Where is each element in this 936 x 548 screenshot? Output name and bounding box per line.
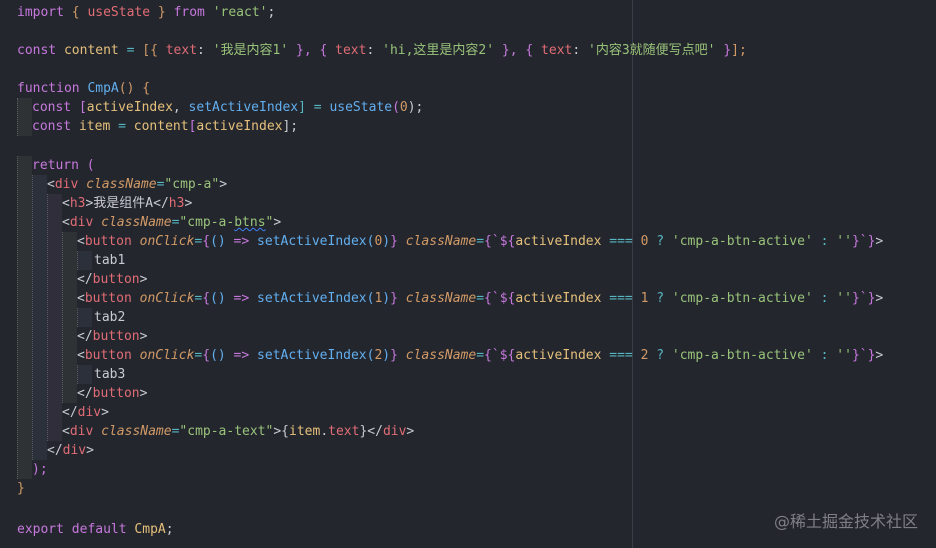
code-line-5: function CmpA() {	[17, 81, 151, 96]
code-line-15: </button>	[77, 272, 148, 287]
code-line-23: <div className="cmp-a-text">{item.text}<…	[62, 424, 415, 439]
code-line-6: const [activeIndex, setActiveIndex] = us…	[32, 100, 424, 115]
code-line-1: import { useState } from 'react';	[17, 5, 276, 20]
code-editor[interactable]: import { useState } from 'react'; const …	[0, 0, 936, 548]
code-line-19: <button onClick={() => setActiveIndex(2)…	[77, 348, 884, 363]
code-line-7: const item = content[activeIndex];	[32, 119, 299, 134]
code-line-14: tab1	[94, 253, 126, 268]
editor-ruler	[632, 0, 633, 548]
code-line-18: </button>	[77, 329, 148, 344]
code-line-21: </button>	[77, 386, 148, 401]
code-line-9: return (	[32, 158, 95, 173]
code-line-3: const content = [{ text: '我是内容1' }, { te…	[17, 43, 747, 58]
code-line-16: <button onClick={() => setActiveIndex(1)…	[77, 291, 884, 306]
code-line-13: <button onClick={() => setActiveIndex(0)…	[77, 234, 884, 249]
code-line-28: export default CmpA;	[17, 522, 174, 537]
code-line-24: </div>	[47, 443, 94, 458]
code-line-25: );	[32, 462, 48, 477]
watermark: @稀土掘金技术社区	[773, 512, 918, 531]
code-line-22: </div>	[62, 405, 109, 420]
code-line-26: }	[17, 481, 25, 496]
code-line-10: <div className="cmp-a">	[47, 177, 228, 192]
code-line-17: tab2	[94, 310, 126, 325]
code-line-11: <h3>我是组件A</h3>	[62, 196, 193, 211]
code-line-12: <div className="cmp-a-btns">	[62, 215, 282, 230]
code-line-20: tab3	[94, 367, 126, 382]
